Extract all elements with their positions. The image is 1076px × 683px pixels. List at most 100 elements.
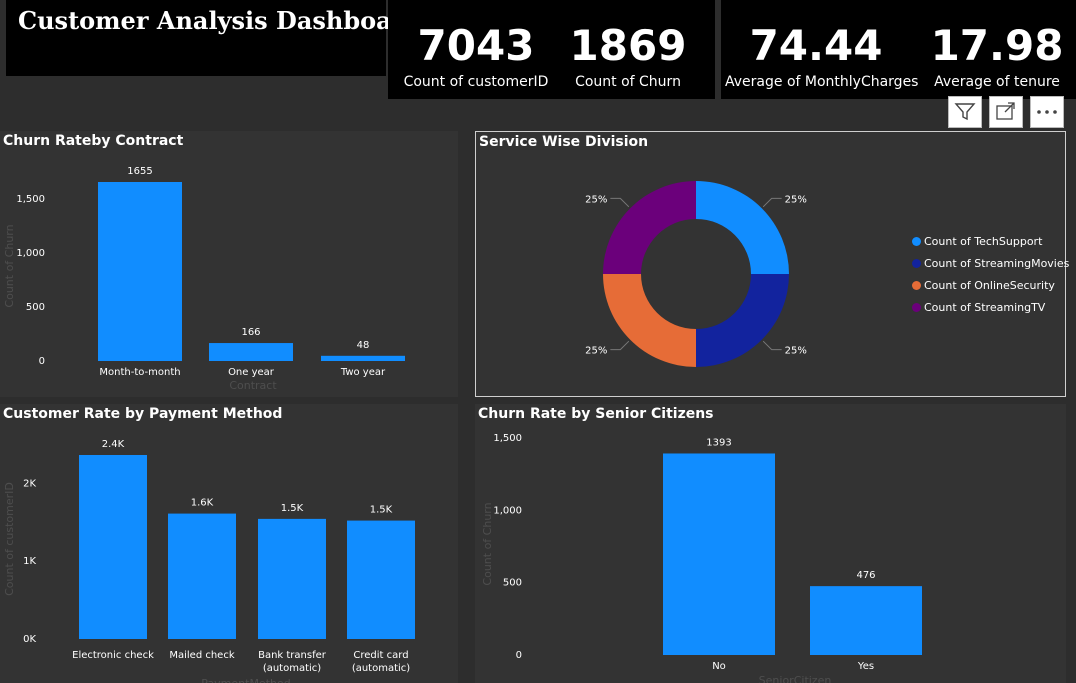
x-tick-label: Yes (857, 661, 874, 672)
payment-chart: 0K 1K 2K Count of customerID PaymentMethod 2.… (3, 439, 415, 683)
y-tick-label: 1,000 (16, 248, 45, 259)
data-label: 25% (585, 346, 607, 357)
bar-0[interactable] (663, 453, 775, 655)
donut-slice-0[interactable] (696, 181, 789, 274)
kpi-value: 1869 (569, 21, 687, 70)
x-axis-title: SeniorCitizen (759, 674, 832, 683)
senior-chart: 0 500 1,000 1,500 Count of Churn SeniorCitize… (481, 433, 922, 683)
leader-line (610, 197, 630, 208)
y-tick-label: 0 (516, 650, 522, 661)
panel-service-division[interactable]: 25% 25% 25% 25% Service Wise Division Count… (475, 131, 1069, 397)
bar-1[interactable] (810, 586, 922, 655)
kpi-value: 74.44 (749, 21, 883, 70)
legend-label: Count of StreamingMovies (924, 256, 1070, 270)
leader-line (762, 197, 782, 208)
filter-icon (954, 103, 976, 121)
legend-item-streaming-movies[interactable]: Count of StreamingMovies (912, 252, 1069, 274)
y-tick-label: 2K (23, 478, 36, 489)
bar-2[interactable] (321, 355, 405, 361)
panel-churn-by-contract[interactable]: 0 500 1,000 1,500 Count of Churn Contract 1655… (0, 131, 458, 397)
kpi-label: Count of customerID (403, 74, 549, 90)
leader-line (762, 340, 782, 351)
y-tick-label: 500 (26, 302, 45, 313)
y-tick-label: 0 (39, 356, 45, 367)
panel-title: Customer Rate by Payment Method (3, 406, 283, 422)
kpi-label: Count of Churn (575, 74, 681, 90)
y-tick-label: 1,500 (493, 433, 522, 444)
x-tick-label: Mailed check (169, 650, 234, 661)
panel-senior-citizens[interactable]: 0 500 1,000 1,500 Count of Churn SeniorCitize… (475, 404, 1066, 683)
x-axis-title: Contract (229, 379, 277, 392)
dashboard-title-box: Customer Analysis Dashboard (6, 0, 421, 76)
kpi-label: Average of MonthlyCharges (725, 74, 919, 90)
x-tick-label: Two year (340, 367, 386, 378)
kpi-group-averages: 74.44 Average of MonthlyCharges 17.98 Av… (721, 0, 1076, 99)
legend-dot (912, 302, 921, 312)
legend-item-streaming-tv[interactable]: Count of StreamingTV (912, 296, 1069, 318)
y-tick-label: 500 (503, 578, 522, 589)
donut-slice-2[interactable] (603, 274, 696, 367)
legend-item-tech-support[interactable]: Count of TechSupport (912, 230, 1069, 252)
x-tick-label: (automatic) (263, 663, 321, 674)
data-label: 48 (357, 340, 370, 351)
filter-button[interactable] (948, 96, 982, 128)
dashboard-title: Customer Analysis Dashboard (18, 6, 422, 35)
service-legend: Count of TechSupport Count of StreamingM… (912, 230, 1069, 318)
x-tick-label: (automatic) (352, 663, 410, 674)
data-label: 25% (785, 194, 807, 205)
x-tick-label: Month-to-month (99, 367, 180, 378)
panel-title: Churn Rateby Contract (3, 133, 184, 149)
x-tick-label: Bank transfer (258, 650, 327, 661)
y-axis-title: Count of Churn (3, 224, 16, 307)
focus-mode-icon (996, 102, 1015, 120)
donut-slice-1[interactable] (696, 274, 789, 367)
data-label: 1393 (706, 437, 731, 448)
legend-dot (912, 280, 921, 290)
legend-dot (912, 236, 921, 246)
data-label: 1655 (127, 166, 152, 177)
x-tick-label: Credit card (353, 650, 408, 661)
data-label: 1.5K (281, 503, 304, 514)
data-label: 166 (241, 327, 260, 338)
x-tick-label: Electronic check (72, 650, 154, 661)
x-tick-label: One year (228, 367, 275, 378)
bar-2[interactable] (258, 518, 326, 639)
data-label: 1.6K (191, 498, 214, 509)
focus-mode-button[interactable] (989, 96, 1023, 128)
panel-title: Service Wise Division (479, 134, 649, 150)
bar-0[interactable] (98, 182, 182, 361)
y-tick-label: 1,500 (16, 194, 45, 205)
legend-label: Count of StreamingTV (924, 300, 1046, 314)
x-tick-label: No (712, 661, 726, 672)
legend-dot (912, 258, 921, 268)
data-label: 25% (785, 346, 807, 357)
donut-slice-3[interactable] (603, 181, 696, 274)
leader-line (610, 340, 630, 351)
kpi-value: 7043 (417, 21, 535, 70)
y-axis-title: Count of customerID (3, 482, 16, 596)
y-axis-title: Count of Churn (481, 502, 494, 585)
legend-item-online-security[interactable]: Count of OnlineSecurity (912, 274, 1069, 296)
bar-3[interactable] (347, 520, 415, 639)
more-options-button[interactable] (1030, 96, 1064, 128)
y-tick-label: 1,000 (493, 505, 522, 516)
kpi-value: 17.98 (930, 21, 1064, 70)
y-tick-label: 1K (23, 556, 36, 567)
data-label: 25% (585, 194, 607, 205)
contract-chart: 0 500 1,000 1,500 Count of Churn Contract 1655… (3, 166, 405, 392)
bar-1[interactable] (168, 513, 236, 639)
kpi-label: Average of tenure (934, 74, 1060, 90)
data-label: 476 (856, 570, 875, 581)
panel-title: Churn Rate by Senior Citizens (478, 406, 714, 422)
panel-payment-method[interactable]: 0K 1K 2K Count of customerID PaymentMethod 2.… (0, 404, 458, 683)
bar-1[interactable] (209, 343, 293, 361)
bar-0[interactable] (79, 455, 147, 639)
kpi-group-counts: 7043 Count of customerID 1869 Count of C… (388, 0, 715, 99)
y-tick-label: 0K (23, 634, 36, 645)
x-axis-title: PaymentMethod (201, 677, 290, 683)
data-label: 1.5K (370, 505, 393, 516)
more-options-icon (1037, 110, 1057, 114)
legend-label: Count of OnlineSecurity (924, 278, 1055, 292)
legend-label: Count of TechSupport (924, 234, 1043, 248)
data-label: 2.4K (102, 439, 125, 450)
